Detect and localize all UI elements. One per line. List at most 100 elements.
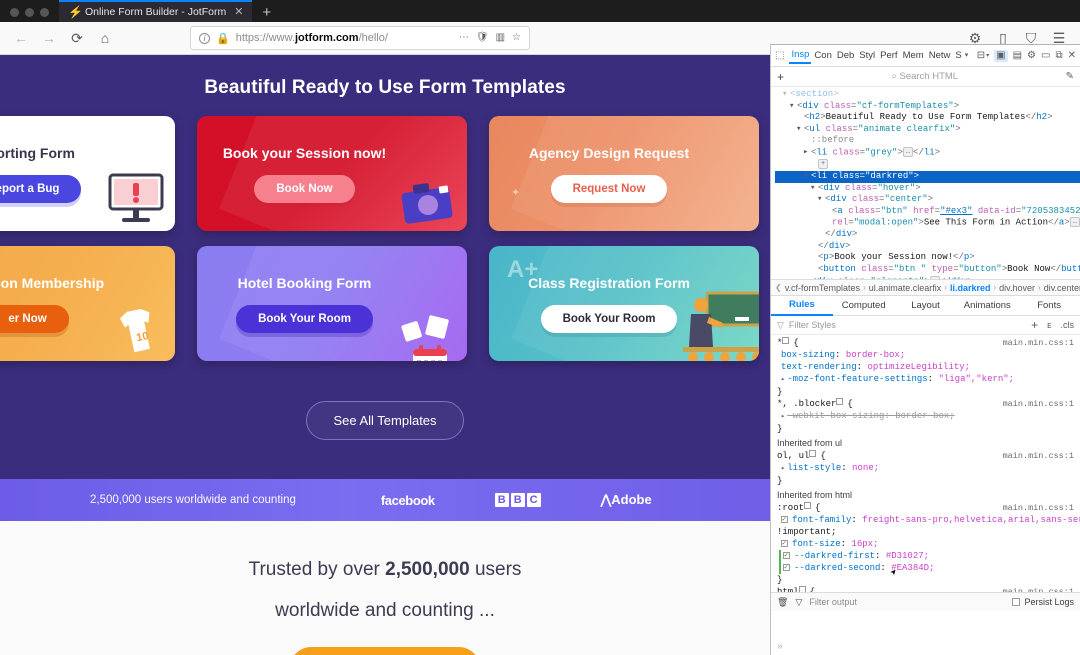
css-source-link[interactable]: main.min.css:1 — [1003, 398, 1074, 410]
markup-twisty-icon[interactable]: ▸ — [803, 276, 811, 279]
declaration-enable-checkbox[interactable] — [783, 562, 790, 574]
element-classes-toggle[interactable]: .cls — [1061, 320, 1075, 330]
css-source-link[interactable]: main.min.css:1 — [1003, 450, 1074, 462]
edit-pencil-icon[interactable]: ✎ — [1066, 71, 1074, 82]
css-rule-selector[interactable]: * {main.min.css:1 — [771, 337, 1080, 349]
bookmark-star-icon[interactable]: ☆ — [512, 33, 521, 43]
declaration-twisty-icon[interactable]: ▸ — [781, 413, 785, 421]
css-declaration[interactable]: ▸ -moz-font-feature-settings: "liga","ker… — [771, 373, 1080, 386]
css-declaration[interactable]: box-sizing: border-box; — [771, 349, 1080, 361]
breadcrumb-item-div-center[interactable]: div.center — [1044, 283, 1080, 293]
rule-checkbox[interactable] — [836, 398, 844, 405]
console-filter-input[interactable]: Filter output — [809, 597, 857, 607]
close-devtools-icon[interactable]: ✕ — [1068, 50, 1076, 61]
minimize-window-button[interactable] — [25, 8, 34, 17]
css-declaration[interactable]: font-size: 16px; — [771, 538, 1080, 550]
markup-tree[interactable]: ▾ <section> ▾ <div class="cf-formTemplates"… — [771, 87, 1080, 279]
card-button-book-now[interactable]: Book Now — [254, 174, 355, 203]
site-info-icon[interactable]: i — [199, 32, 210, 44]
layout-dropdown-icon[interactable]: ▾ — [986, 51, 989, 61]
breadcrumb-back-icon[interactable]: ❮ — [775, 283, 782, 292]
clear-console-icon[interactable]: 🗑 — [777, 597, 788, 608]
breadcrumb-item-cf-formtemplates[interactable]: v.cf-formTemplates — [785, 283, 860, 293]
template-card-book-session[interactable]: Book your Session now! Book Now — [197, 116, 467, 231]
settings-gear-icon[interactable]: ⚙ — [1027, 50, 1036, 61]
new-tab-button[interactable]: + — [252, 5, 281, 22]
rule-checkbox[interactable] — [798, 586, 806, 592]
maximize-window-button[interactable] — [40, 8, 49, 17]
tab-console[interactable]: Con — [812, 48, 833, 63]
breadcrumb-item-ul-animate-clearfix[interactable]: ul.animate.clearfix — [869, 283, 942, 293]
breadcrumb-item-li-darkred[interactable]: li.darkred — [950, 283, 991, 293]
markup-twisty-icon[interactable]: ▾ — [796, 124, 804, 136]
markup-line[interactable]: ▾ <section> — [775, 89, 1080, 101]
markup-line[interactable]: <button class="btn " type="button">Book … — [775, 264, 1080, 276]
card-button-report-a-bug[interactable]: eport a Bug — [0, 174, 82, 203]
markup-line[interactable]: </div> — [775, 241, 1080, 253]
markup-line[interactable]: rel="modal:open">See This Form in Action… — [775, 217, 1080, 229]
css-rules-view[interactable]: * {main.min.css:1 box-sizing: border-box;… — [771, 335, 1080, 592]
markup-line-selected[interactable]: ▾ <li class="darkred"> — [775, 170, 1080, 183]
markup-line[interactable]: ▾ <div class="center"> — [775, 194, 1080, 206]
add-node-icon[interactable]: + — [777, 70, 784, 84]
filter-styles-input[interactable]: Filter Styles — [789, 320, 836, 330]
markup-line[interactable]: ▾ <ul class="animate clearfix"> — [775, 124, 1080, 136]
css-source-link[interactable]: main.min.css:1 — [1003, 337, 1074, 349]
markup-twisty-icon[interactable]: ▾ — [817, 194, 825, 206]
markup-line[interactable]: + — [775, 158, 1080, 171]
css-declaration[interactable]: --darkred-second: #EA384D;➤ — [771, 562, 1080, 579]
console-output[interactable]: » — [771, 611, 1080, 655]
separate-window-icon[interactable]: ⧉ — [1055, 50, 1062, 61]
console-filter-icon[interactable]: ▽ — [795, 597, 802, 608]
markup-twisty-icon[interactable]: ▸ — [803, 147, 811, 159]
markup-line[interactable]: <p>Book your Session now!</p> — [775, 252, 1080, 264]
responsive-design-icon[interactable]: ▣ — [994, 49, 1008, 62]
markup-line[interactable]: ▸<div class="elements">…</div> — [775, 275, 1080, 279]
rule-checkbox[interactable] — [804, 502, 812, 509]
card-button-request-now[interactable]: Request Now — [550, 174, 668, 203]
tab-computed[interactable]: Computed — [833, 296, 895, 315]
css-rule-selector[interactable]: *, .blocker {main.min.css:1 — [771, 398, 1080, 410]
markup-line[interactable]: <h2>Beautiful Ready to Use Form Template… — [775, 112, 1080, 124]
declaration-twisty-icon[interactable]: ▸ — [781, 465, 785, 473]
rule-checkbox[interactable] — [809, 450, 817, 457]
tabs-overflow-icon[interactable]: ▾ — [965, 51, 969, 61]
declaration-enable-checkbox[interactable] — [781, 514, 788, 526]
markup-line[interactable]: ▸ <li class="grey">… </li> — [775, 146, 1080, 159]
css-declaration[interactable]: text-rendering: optimizeLegibility; — [771, 361, 1080, 373]
card-button-book-your-room[interactable]: Book Your Room — [540, 304, 678, 333]
template-card-class-registration-form[interactable]: A+ Class Registration Form Book Your Roo… — [489, 246, 759, 361]
url-bar[interactable]: i 🔒 https://www.jotform.com/hello/ ⋯ 🛡 ▥… — [190, 26, 530, 50]
markup-line[interactable]: </div> — [775, 229, 1080, 241]
template-card-super-season-membership[interactable]: er Season Membership er Now 10 — [0, 246, 175, 361]
declaration-enable-checkbox[interactable] — [781, 538, 788, 550]
tab-network[interactable]: Netw — [927, 48, 953, 63]
tab-rules[interactable]: Rules — [771, 295, 833, 316]
css-declaration[interactable]: ▸ list-style: none; — [771, 462, 1080, 475]
tab-memory[interactable]: Mem — [901, 48, 926, 63]
css-declaration[interactable]: font-family: freight-sans-pro,helvetica,… — [771, 514, 1080, 526]
markup-twisty-icon[interactable]: ▾ — [789, 101, 797, 113]
rule-checkbox[interactable] — [782, 337, 790, 344]
tab-debugger[interactable]: Deb — [835, 48, 856, 63]
back-icon[interactable]: ← — [8, 25, 34, 51]
console-prompt-icon[interactable]: » — [777, 641, 783, 652]
search-html-input[interactable]: ⌕ Search HTML — [788, 71, 1062, 82]
declaration-enable-checkbox[interactable] — [783, 550, 790, 562]
tab-inspector[interactable]: Insp — [789, 47, 812, 64]
css-declaration[interactable]: ▸ -webkit-box-sizing: border-box; — [771, 410, 1080, 423]
markup-twisty-icon[interactable]: ▾ — [803, 171, 811, 183]
breadcrumb-item-div-hover[interactable]: div.hover — [999, 283, 1035, 293]
forward-icon[interactable]: → — [36, 25, 62, 51]
browser-tab[interactable]: ⚡ Online Form Builder - JotForm ✕ — [59, 0, 253, 22]
tab-performance[interactable]: Perf — [878, 48, 899, 63]
pocket-icon[interactable]: 🛡 — [476, 33, 489, 43]
markup-line[interactable]: <a class="btn" href="#ex3" data-id="7205… — [775, 206, 1080, 218]
card-button-order-now[interactable]: er Now — [0, 304, 69, 333]
dock-bottom-icon[interactable]: ▭ — [1041, 50, 1050, 61]
tab-animations[interactable]: Animations — [956, 296, 1018, 315]
css-rule-selector[interactable]: :root {main.min.css:1 — [771, 502, 1080, 514]
reload-icon[interactable]: ⟳ — [64, 25, 90, 51]
template-card-agency-design-request[interactable]: Agency Design Request Request Now ✦ — [489, 116, 759, 231]
tab-storage[interactable]: S — [953, 48, 963, 63]
